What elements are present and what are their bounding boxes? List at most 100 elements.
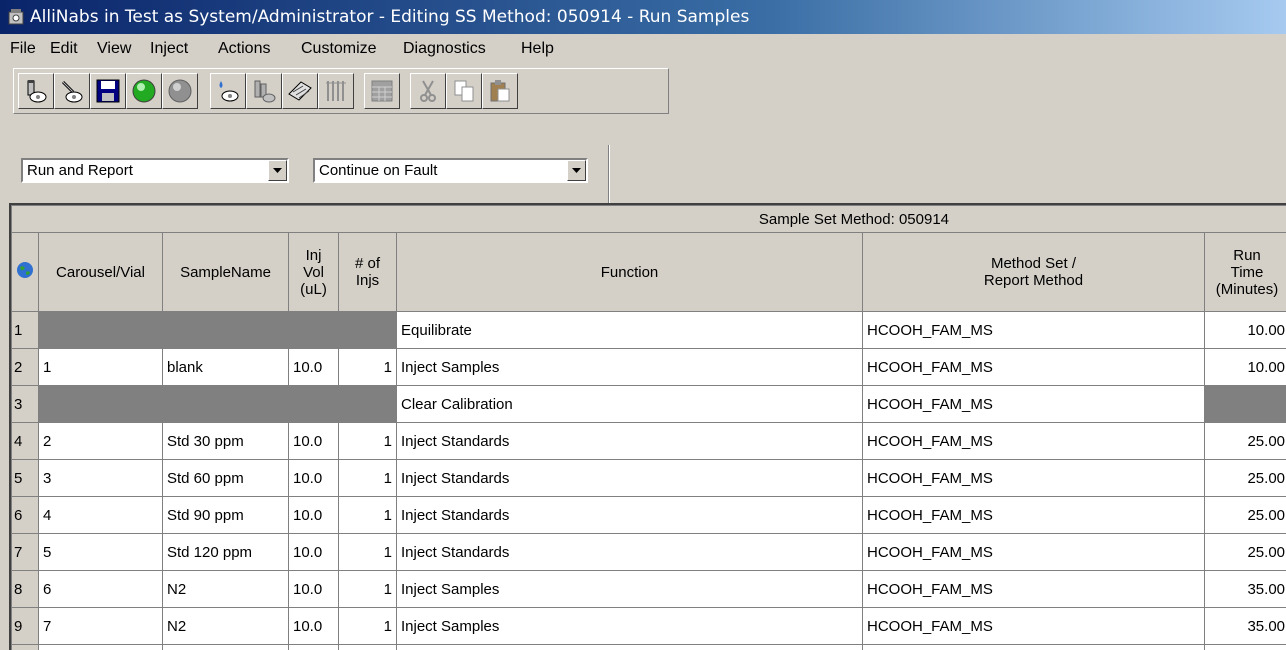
cell-inj-vol[interactable]: 10.0 <box>288 459 339 497</box>
cell-inj-vol[interactable] <box>288 311 339 349</box>
cell-num-injs[interactable]: 1 <box>338 422 397 460</box>
copy-button[interactable] <box>446 73 482 109</box>
menu-actions[interactable]: Actions <box>218 34 270 64</box>
cell-method[interactable]: HCOOH_FAM_MS <box>862 422 1205 460</box>
cell-sample-name[interactable]: N2 <box>162 570 289 608</box>
globe-header[interactable] <box>11 232 39 312</box>
cell-run-time[interactable]: 25.00 <box>1203 422 1286 460</box>
cell-function[interactable]: Equilibrate <box>396 311 863 349</box>
cell-function[interactable]: Inject Standards <box>396 533 863 571</box>
stop-button[interactable] <box>162 73 198 109</box>
menu-edit[interactable]: Edit <box>50 34 78 64</box>
cell-num-injs[interactable]: 1 <box>338 496 397 534</box>
cell-sample-name[interactable] <box>162 311 289 349</box>
paste-button[interactable] <box>482 73 518 109</box>
cell-vial[interactable]: 3 <box>38 459 163 497</box>
cell-function[interactable]: Clear Calibration <box>396 385 863 423</box>
bars-button[interactable] <box>318 73 354 109</box>
table-row[interactable]: 8 6 N2 10.0 1 Inject Samples HCOOH_FAM_MS 35.00 <box>11 570 1286 608</box>
cell-function[interactable]: Inject Standards <box>396 422 863 460</box>
cell-sample-name[interactable]: Std 60 ppm <box>162 459 289 497</box>
cell-function[interactable]: Inject Samples <box>396 348 863 386</box>
cell-run-time[interactable] <box>1203 385 1286 423</box>
cell-num-injs[interactable]: 1 <box>338 607 397 645</box>
cell-vial[interactable]: 4 <box>38 496 163 534</box>
cell-vial[interactable]: 6 <box>38 570 163 608</box>
header-num-injs[interactable]: # of Injs <box>338 232 397 312</box>
table-row[interactable]: 4 2 Std 30 ppm 10.0 1 Inject Standards HCOOH_F… <box>11 422 1286 460</box>
menu-diagnostics[interactable]: Diagnostics <box>403 34 486 64</box>
cell-sample-name[interactable]: Std 90 ppm <box>162 496 289 534</box>
cell-method[interactable]: HCOOH_FAM_MS <box>862 607 1205 645</box>
cell-method[interactable]: HCOOH_FAM_MS <box>862 348 1205 386</box>
cell-sample-name[interactable]: blank <box>162 348 289 386</box>
cell-method[interactable]: HCOOH_FAM_MS <box>862 533 1205 571</box>
cell-vial[interactable]: 1 <box>38 348 163 386</box>
vials-button[interactable] <box>18 73 54 109</box>
menu-file[interactable]: File <box>10 34 36 64</box>
start-button[interactable] <box>126 73 162 109</box>
cell-method[interactable]: HCOOH_FAM_MS <box>862 311 1205 349</box>
cell-run-time[interactable]: 10.00 <box>1203 311 1286 349</box>
table-row[interactable]: 6 4 Std 90 ppm 10.0 1 Inject Standards HCOOH_F… <box>11 496 1286 534</box>
header-function[interactable]: Function <box>396 232 863 312</box>
cell-inj-vol[interactable]: 10.0 <box>288 422 339 460</box>
cell-sample-name[interactable]: Std 120 ppm <box>162 533 289 571</box>
run-mode-select[interactable]: Run and Report <box>21 158 289 183</box>
header-method[interactable]: Method Set / Report Method <box>862 232 1205 312</box>
header-carousel-vial[interactable]: Carousel/Vial <box>38 232 163 312</box>
run-mode-dropdown-button[interactable] <box>268 160 287 181</box>
droplet-vial-button[interactable] <box>210 73 246 109</box>
menu-customize[interactable]: Customize <box>301 34 377 64</box>
cell-function[interactable]: Inject Standards <box>396 459 863 497</box>
cell-inj-vol[interactable]: 10.0 <box>288 570 339 608</box>
cell-run-time[interactable]: 35.00 <box>1203 570 1286 608</box>
cell-inj-vol[interactable]: 10.0 <box>288 533 339 571</box>
fault-mode-select[interactable]: Continue on Fault <box>313 158 588 183</box>
plate-button[interactable] <box>282 73 318 109</box>
cell-run-time[interactable]: 25.00 <box>1203 459 1286 497</box>
save-button[interactable] <box>90 73 126 109</box>
cell-sample-name[interactable] <box>162 385 289 423</box>
cell-method[interactable]: HCOOH_FAM_MS <box>862 385 1205 423</box>
table-row[interactable]: 2 1 blank 10.0 1 Inject Samples HCOOH_FAM_MS 10… <box>11 348 1286 386</box>
cell-vial[interactable]: 5 <box>38 533 163 571</box>
cell-vial[interactable]: 7 <box>38 607 163 645</box>
cell-sample-name[interactable]: Std 30 ppm <box>162 422 289 460</box>
cell-method[interactable]: HCOOH_FAM_MS <box>862 496 1205 534</box>
menu-view[interactable]: View <box>97 34 131 64</box>
cell-run-time[interactable]: 10.00 <box>1203 348 1286 386</box>
cell-inj-vol[interactable]: 10.0 <box>288 496 339 534</box>
table-row[interactable]: 5 3 Std 60 ppm 10.0 1 Inject Standards HCOOH_F… <box>11 459 1286 497</box>
cell-num-injs[interactable]: 1 <box>338 533 397 571</box>
menu-inject[interactable]: Inject <box>150 34 188 64</box>
cell-run-time[interactable]: 25.00 <box>1203 533 1286 571</box>
cell-num-injs[interactable]: 1 <box>338 348 397 386</box>
header-inj-vol[interactable]: Inj Vol (uL) <box>288 232 339 312</box>
cell-num-injs[interactable]: 1 <box>338 570 397 608</box>
table-row[interactable]: 1 Equilibrate HCOOH_FAM_MS 10.00 <box>11 311 1286 349</box>
cell-function[interactable]: Inject Samples <box>396 607 863 645</box>
cell-vial[interactable]: 2 <box>38 422 163 460</box>
cell-inj-vol[interactable]: 10.0 <box>288 348 339 386</box>
table-row[interactable]: 3 Clear Calibration HCOOH_FAM_MS <box>11 385 1286 423</box>
cell-num-injs[interactable] <box>338 311 397 349</box>
table-row[interactable]: 7 5 Std 120 ppm 10.0 1 Inject Standards HCOOH_… <box>11 533 1286 571</box>
cell-sample-name[interactable]: N2 <box>162 607 289 645</box>
cell-vial[interactable] <box>38 311 163 349</box>
cell-run-time[interactable]: 25.00 <box>1203 496 1286 534</box>
vial-rack-button[interactable] <box>246 73 282 109</box>
cell-num-injs[interactable] <box>338 385 397 423</box>
cell-num-injs[interactable]: 1 <box>338 459 397 497</box>
fault-mode-dropdown-button[interactable] <box>567 160 586 181</box>
cell-run-time[interactable]: 35.00 <box>1203 607 1286 645</box>
table-button[interactable] <box>364 73 400 109</box>
cut-button[interactable] <box>410 73 446 109</box>
cell-vial[interactable] <box>38 385 163 423</box>
cell-function[interactable]: Inject Standards <box>396 496 863 534</box>
cell-function[interactable]: Inject Samples <box>396 570 863 608</box>
syringe-button[interactable] <box>54 73 90 109</box>
empty-row[interactable] <box>11 644 1286 650</box>
menu-help[interactable]: Help <box>521 34 554 64</box>
header-run-time[interactable]: Run Time (Minutes) <box>1203 232 1286 312</box>
